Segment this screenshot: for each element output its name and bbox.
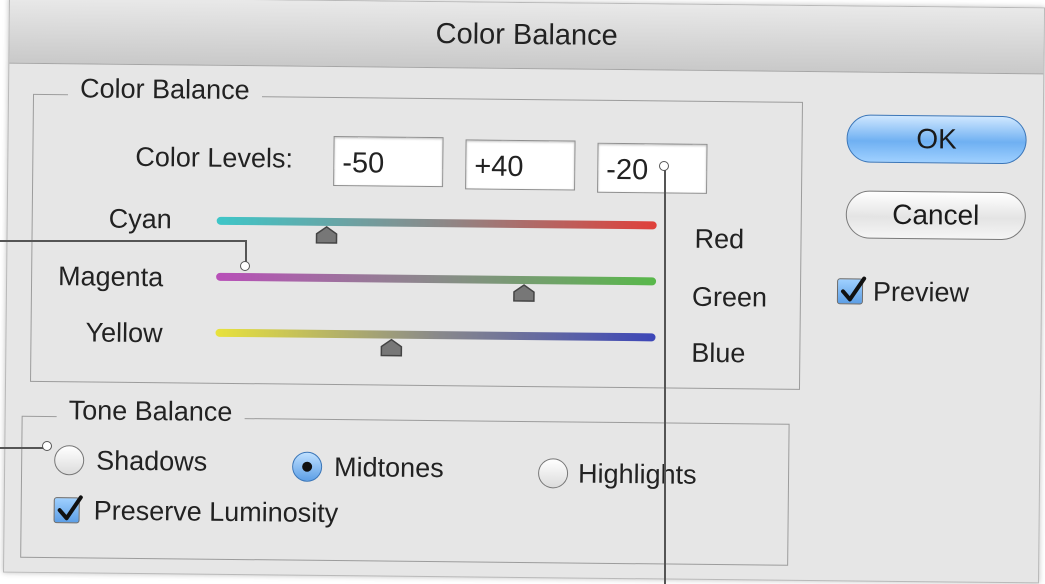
tone-balance-group-label: Tone Balance: [56, 395, 245, 429]
slider-label-cyan: Cyan: [108, 203, 172, 235]
level-field-cyan-red[interactable]: -50: [333, 135, 444, 188]
checkmark-icon: [57, 495, 83, 521]
slider-label-red: Red: [694, 223, 745, 255]
radio-midtones[interactable]: [291, 451, 323, 482]
preview-label[interactable]: Preview: [873, 277, 969, 309]
level-field-yellow-blue[interactable]: -20: [597, 142, 708, 194]
callout-line-slider: [0, 240, 246, 242]
color-balance-group: Color Balance Color Levels: -50 +40 -20 …: [30, 73, 803, 390]
slider-label-magenta: Magenta: [57, 261, 164, 293]
level-field-magenta-green[interactable]: +40: [465, 139, 576, 191]
cancel-button[interactable]: Cancel: [845, 190, 1027, 241]
window-title: Color Balance: [435, 18, 618, 52]
callout-dot-slider: [240, 261, 250, 271]
cyan-red-track[interactable]: [216, 216, 657, 230]
callout-line-radio: [0, 447, 46, 449]
slider-label-blue: Blue: [691, 337, 746, 369]
color-balance-dialog: Color Balance Color Balance Color Levels…: [3, 0, 1045, 584]
slider-thumb-icon[interactable]: [511, 284, 537, 302]
checkmark-icon: [841, 276, 867, 302]
preview-checkbox[interactable]: [836, 276, 867, 305]
radio-highlights[interactable]: [537, 458, 569, 489]
radio-label-highlights[interactable]: Highlights: [578, 459, 697, 491]
tone-balance-group: Tone Balance Shadows Midtones Highlights…: [20, 395, 790, 566]
radio-label-midtones[interactable]: Midtones: [334, 452, 444, 484]
slider-label-yellow: Yellow: [85, 317, 163, 349]
slider-label-green: Green: [691, 281, 768, 313]
callout-dot-radio: [42, 441, 52, 451]
callout-dot-field: [659, 161, 669, 171]
preserve-luminosity-label[interactable]: Preserve Luminosity: [93, 496, 339, 530]
radio-label-shadows[interactable]: Shadows: [96, 446, 207, 478]
magenta-green-track[interactable]: [216, 272, 657, 286]
slider-thumb-icon[interactable]: [313, 226, 339, 244]
color-levels-label: Color Levels:: [135, 141, 294, 174]
color-balance-group-label: Color Balance: [67, 73, 262, 107]
callout-line-field: [664, 170, 666, 584]
ok-button[interactable]: OK: [846, 114, 1027, 165]
yellow-blue-track[interactable]: [215, 328, 656, 342]
slider-thumb-icon[interactable]: [378, 338, 404, 357]
title-bar[interactable]: Color Balance: [9, 0, 1044, 75]
preserve-luminosity-checkbox[interactable]: [53, 495, 83, 524]
radio-shadows[interactable]: [54, 445, 85, 476]
